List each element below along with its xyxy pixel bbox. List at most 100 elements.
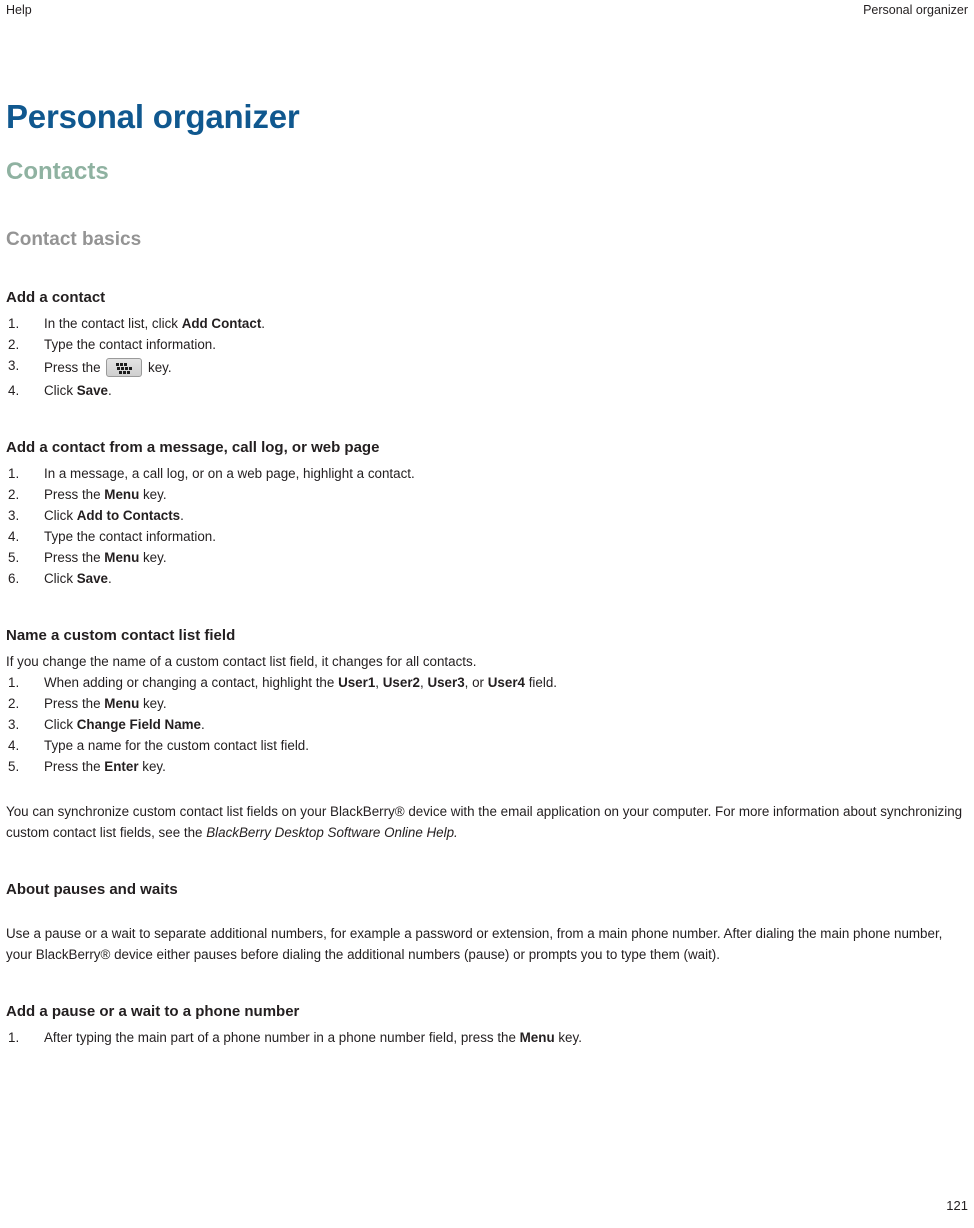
step-text: Press the Enter key.	[44, 759, 166, 774]
step-text: In the contact list, click Add Contact.	[44, 316, 265, 331]
step-number: 3.	[8, 508, 20, 523]
procedure-step: 6. Click Save.	[6, 568, 968, 589]
step-text: Press the Menu key.	[44, 487, 167, 502]
step-number: 4.	[8, 529, 20, 544]
step-number: 1.	[8, 466, 20, 481]
step-number: 3.	[8, 717, 20, 732]
section-heading: Contact basics	[6, 229, 142, 250]
text-run: Press the	[44, 550, 105, 565]
page-title: Personal organizer	[6, 98, 300, 135]
task-heading: Name a custom contact list field	[6, 627, 236, 644]
step-number: 1.	[8, 675, 20, 690]
text-run: In the contact list, click	[44, 316, 182, 331]
page-number: 121	[946, 1198, 968, 1213]
text-run: .	[261, 316, 266, 331]
step-text: Press the Menu key.	[44, 550, 167, 565]
text-run: In a message, a call log, or on a web pa…	[44, 466, 415, 481]
step-text: Press the Menu key.	[44, 696, 167, 711]
procedure-step: 4. Type the contact information.	[6, 526, 968, 547]
task-heading: Add a contact from a message, call log, …	[6, 439, 380, 456]
text-run: Press the	[44, 360, 105, 375]
text-run: key.	[554, 1030, 582, 1045]
step-number: 2.	[8, 696, 20, 711]
ui-term: Menu	[104, 696, 140, 711]
step-number: 5.	[8, 759, 20, 774]
procedure-step: 5. Press the Enter key.	[6, 756, 968, 777]
chapter-heading: Contacts	[6, 158, 109, 185]
step-number: 2.	[8, 337, 20, 352]
text-run: key.	[144, 360, 172, 375]
text-run: key.	[139, 487, 167, 502]
task-list: Add a contact 1. In the contact list, clic…	[6, 288, 968, 1048]
text-run: key.	[138, 759, 166, 774]
document-content: Personal organizer Contacts Contact basi…	[6, 98, 968, 1048]
ui-term: User2	[382, 675, 420, 690]
text-run: .	[180, 508, 184, 523]
step-number: 6.	[8, 571, 20, 586]
step-text: Type the contact information.	[44, 337, 216, 352]
ui-term: Menu	[104, 550, 140, 565]
procedure-steps: 1. When adding or changing a contact, hig…	[6, 672, 968, 777]
text-run: After typing the main part of a phone nu…	[44, 1030, 520, 1045]
step-text: Type the contact information.	[44, 529, 216, 544]
ui-term: Add Contact	[181, 316, 262, 331]
text-run: Click	[44, 717, 77, 732]
text-run: If you change the name of a custom conta…	[6, 654, 477, 669]
text-run: Click	[44, 508, 77, 523]
text-run: , or	[464, 675, 488, 690]
procedure-step: 1. In the contact list, click Add Contact…	[6, 313, 968, 334]
header-chapter-title: Personal organizer	[863, 3, 968, 17]
text-run: You can synchronize custom contact list …	[6, 804, 963, 840]
text-run: Type the contact information.	[44, 337, 216, 352]
text-run: Press the	[44, 759, 105, 774]
ui-term: Enter	[104, 759, 139, 774]
procedure-step: 4. Type a name for the custom contact lis…	[6, 735, 968, 756]
step-text: In a message, a call log, or on a web pa…	[44, 466, 415, 481]
running-header: Help Personal organizer	[0, 0, 974, 22]
ui-term: Add to Contacts	[76, 508, 181, 523]
step-text: Click Add to Contacts.	[44, 508, 184, 523]
step-text: Click Save.	[44, 383, 112, 398]
procedure-step: 4. Click Save.	[6, 380, 968, 401]
step-text: Click Change Field Name.	[44, 717, 205, 732]
text-run: Use a pause or a wait to separate additi…	[6, 926, 943, 962]
step-number: 1.	[8, 316, 20, 331]
text-run: key.	[139, 550, 167, 565]
task-paragraph: Use a pause or a wait to separate additi…	[6, 923, 968, 965]
ui-term: Save	[76, 383, 109, 398]
ui-term: Menu	[104, 487, 140, 502]
ui-term: Change Field Name	[76, 717, 201, 732]
text-run: Type a name for the custom contact list …	[44, 738, 309, 753]
text-run: Click	[44, 383, 77, 398]
procedure-step: 2. Press the Menu key.	[6, 693, 968, 714]
procedure-step: 1. When adding or changing a contact, hig…	[6, 672, 968, 693]
step-number: 2.	[8, 487, 20, 502]
step-number: 4.	[8, 738, 20, 753]
header-book-title: Help	[6, 3, 32, 17]
text-run: ,	[375, 675, 383, 690]
text-run: .	[108, 383, 112, 398]
procedure-step: 1. In a message, a call log, or on a web …	[6, 463, 968, 484]
reference-title: BlackBerry Desktop Software Online Help.	[206, 825, 458, 840]
procedure-step: 2. Press the Menu key.	[6, 484, 968, 505]
task-heading: About pauses and waits	[6, 881, 178, 898]
step-number: 5.	[8, 550, 20, 565]
step-text: Click Save.	[44, 571, 112, 586]
procedure-steps: 1. In a message, a call log, or on a web …	[6, 463, 968, 589]
task-intro-paragraph: If you change the name of a custom conta…	[6, 651, 968, 672]
text-run: .	[201, 717, 205, 732]
text-run: .	[108, 571, 112, 586]
ui-term: Menu	[519, 1030, 555, 1045]
text-run: Type the contact information.	[44, 529, 216, 544]
step-number: 3.	[8, 358, 20, 373]
procedure-step: 5. Press the Menu key.	[6, 547, 968, 568]
step-text: Type a name for the custom contact list …	[44, 738, 309, 753]
procedure-step: 3. Click Change Field Name.	[6, 714, 968, 735]
ui-term: Save	[76, 571, 109, 586]
text-run: Press the	[44, 696, 105, 711]
procedure-step: 3. Click Add to Contacts.	[6, 505, 968, 526]
step-text: Press the key.	[44, 358, 172, 377]
procedure-steps: 1. After typing the main part of a phone …	[6, 1027, 968, 1048]
procedure-step: 3. Press the key.	[6, 355, 968, 380]
step-text: When adding or changing a contact, highl…	[44, 675, 557, 690]
